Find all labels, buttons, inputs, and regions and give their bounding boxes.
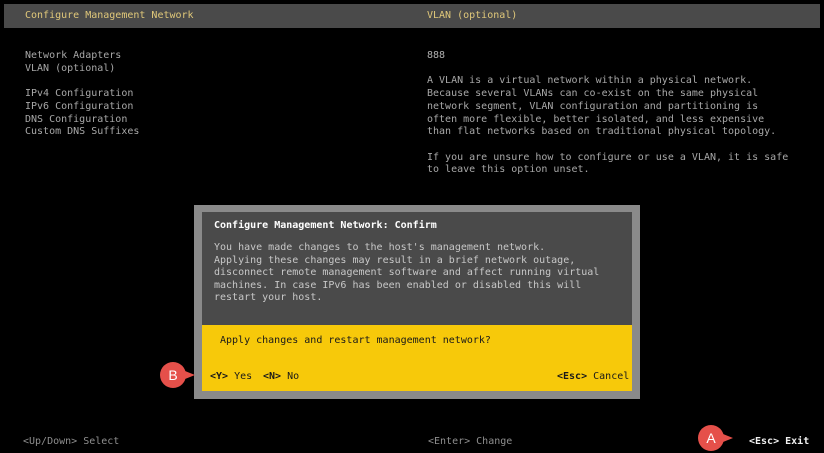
section-title: VLAN (optional) <box>427 10 518 21</box>
cancel-key: <Esc> <box>557 371 588 382</box>
footer-select-hint: <Up/Down> Select <box>23 436 120 447</box>
pane-gap <box>427 139 812 152</box>
description-line: than flat networks based on traditional … <box>427 126 777 138</box>
cancel-label: Cancel <box>593 371 630 382</box>
config-menu: Network Adapters VLAN (optional) IPv4 Co… <box>25 50 139 139</box>
vlan-value: 888 <box>427 50 446 61</box>
menu-item-vlan[interactable]: VLAN (optional) <box>25 63 139 76</box>
no-key: <N> <box>263 371 282 382</box>
exit-button[interactable]: <Esc> Exit <box>749 436 809 447</box>
description-line: often more flexible, better isolated, an… <box>427 113 765 125</box>
no-button[interactable]: <N> No <box>263 371 299 382</box>
dialog-question: Apply changes and restart management net… <box>220 335 491 346</box>
menu-item-network-adapters[interactable]: Network Adapters <box>25 50 139 63</box>
description-line: network segment, VLAN configuration and … <box>427 100 759 112</box>
page-title: Configure Management Network <box>25 10 194 21</box>
description-line: Because several VLANs can co-exist on th… <box>427 88 759 100</box>
callout-marker-b: B <box>160 362 195 388</box>
menu-gap <box>25 75 139 88</box>
exit-label: Exit <box>785 436 810 447</box>
dialog-action-area: Apply changes and restart management net… <box>202 325 632 391</box>
exit-key: <Esc> <box>749 436 780 447</box>
hint-line: to leave this option unset. <box>427 164 590 176</box>
yes-key: <Y> <box>210 371 229 382</box>
dialog-message: You have made changes to the host's mana… <box>214 242 600 303</box>
menu-item-dns[interactable]: DNS Configuration <box>25 114 139 127</box>
details-pane: 888 A VLAN is a virtual network within a… <box>427 50 812 177</box>
dialog-panel: Configure Management Network: Confirm Yo… <box>202 212 632 391</box>
hint-line: If you are unsure how to configure or us… <box>427 151 789 163</box>
confirm-dialog: Configure Management Network: Confirm Yo… <box>194 205 640 399</box>
no-label: No <box>287 371 300 382</box>
menu-item-dns-suffixes[interactable]: Custom DNS Suffixes <box>25 126 139 139</box>
title-bar: Configure Management Network VLAN (optio… <box>4 4 820 28</box>
description-line: A VLAN is a virtual network within a phy… <box>427 75 753 87</box>
dialog-title: Configure Management Network: Confirm <box>214 220 437 231</box>
cancel-button[interactable]: <Esc> Cancel <box>557 371 629 382</box>
footer-change-hint: <Enter> Change <box>428 436 513 447</box>
yes-label: Yes <box>234 371 253 382</box>
yes-button[interactable]: <Y> Yes <box>210 371 252 382</box>
callout-marker-a: A <box>698 425 733 451</box>
menu-item-ipv6[interactable]: IPv6 Configuration <box>25 101 139 114</box>
menu-item-ipv4[interactable]: IPv4 Configuration <box>25 88 139 101</box>
dcui-screen: Configure Management Network VLAN (optio… <box>4 4 820 448</box>
